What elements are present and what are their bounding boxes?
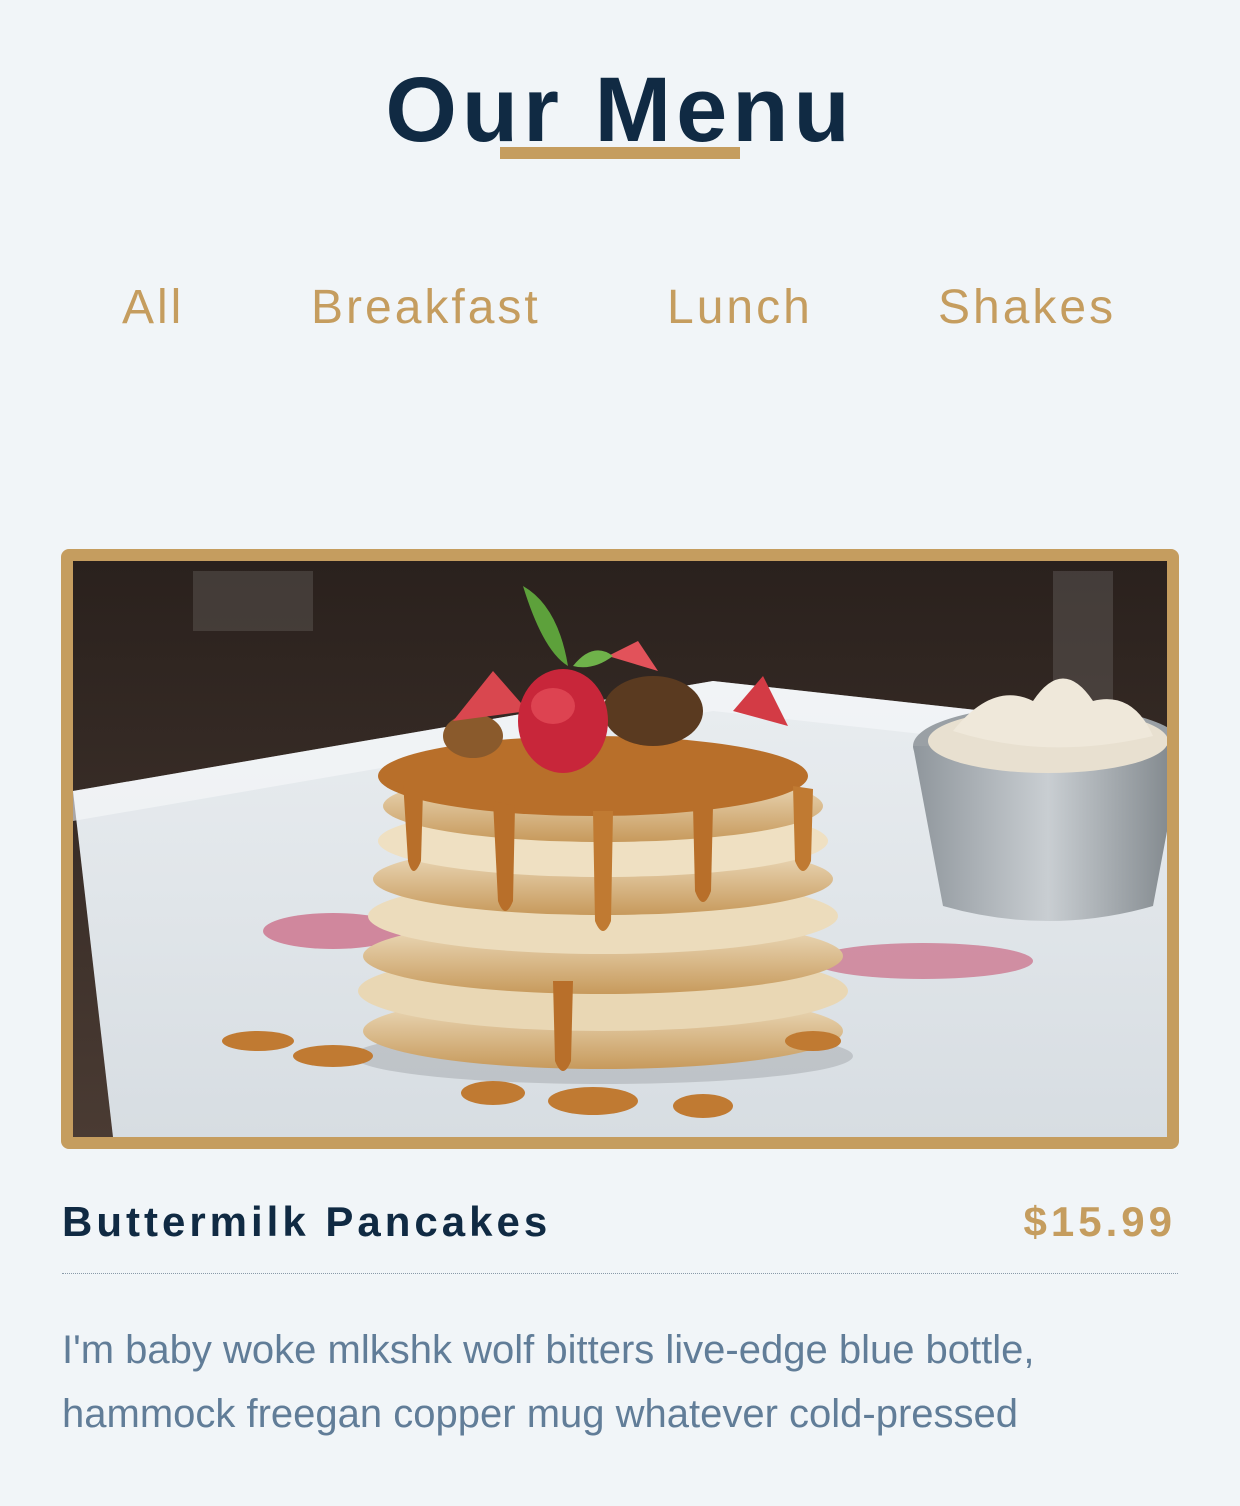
pancakes-image	[73, 561, 1167, 1137]
menu-item-name: Buttermilk Pancakes	[62, 1198, 552, 1245]
filter-button-shakes[interactable]: Shakes	[938, 280, 1116, 336]
page-title: Our Menu	[385, 58, 855, 161]
filter-button-lunch[interactable]: Lunch	[667, 280, 813, 336]
title-underline	[500, 147, 740, 159]
menu-item-price: $15.99	[1023, 1198, 1176, 1245]
filter-button-all[interactable]: All	[122, 280, 184, 336]
menu-item-photo	[61, 549, 1179, 1149]
menu-item-header: Buttermilk Pancakes $15.99	[62, 1196, 1178, 1274]
menu-item-description: I'm baby woke mlkshk wolf bitters live-e…	[62, 1328, 1035, 1436]
category-filter-bar: All Breakfast Lunch Shakes	[0, 280, 1240, 340]
filter-button-breakfast[interactable]: Breakfast	[311, 280, 541, 336]
